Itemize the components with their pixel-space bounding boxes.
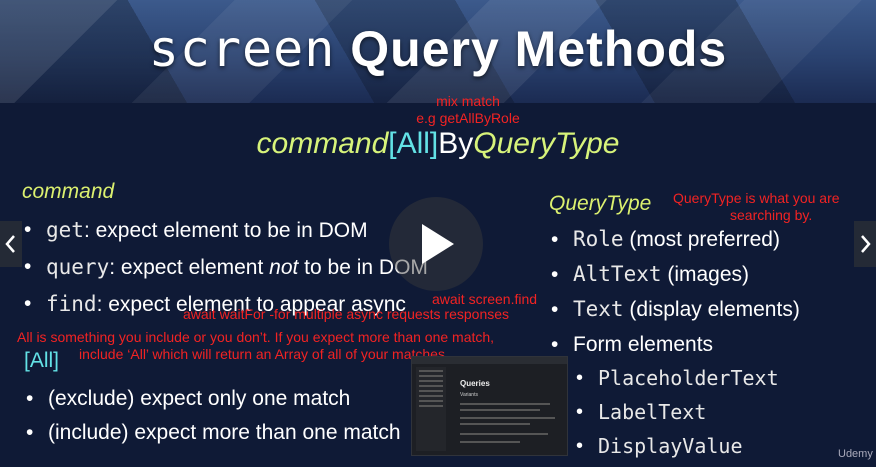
querytype-note-line1: QueryType is what you are [673, 190, 840, 206]
code-text: Text [573, 297, 624, 321]
udemy-logo: Udemy [838, 448, 873, 460]
chevron-right-icon [861, 235, 871, 253]
syntax-command: command [256, 127, 389, 160]
preview-thumbnail[interactable]: Queries Variants [411, 356, 568, 456]
code-find: find [46, 292, 97, 316]
command-item-emphasis: not [269, 256, 299, 279]
syntax-all: [All] [388, 127, 439, 160]
thumbnail-titlebar [412, 357, 567, 364]
code-alttext: AltText [573, 262, 662, 286]
form-subitem: PlaceholderText [574, 362, 779, 396]
querytype-item-text: (most preferred) [623, 228, 780, 251]
syntax-by: By [438, 127, 474, 160]
all-item: (include) expect more than one match [24, 416, 401, 450]
command-item-query: query: expect element not to be in DOM [22, 249, 428, 286]
chevron-left-icon [5, 235, 15, 253]
querytype-item-text: Text (display elements) [549, 292, 800, 327]
next-button[interactable] [854, 221, 876, 267]
code-placeholdertext: PlaceholderText [598, 366, 779, 390]
mix-match-note: mix match e.g getAllByRole [0, 93, 876, 127]
thumbnail-sidebar [416, 367, 446, 451]
thumbnail-subheading: Variants [460, 392, 478, 398]
all-heading: [All] [24, 349, 60, 372]
command-item-get: get: expect element to be in DOM [22, 212, 428, 249]
querytype-item-role: Role (most preferred) [549, 222, 800, 257]
form-elements-list: PlaceholderText LabelText DisplayValue [574, 362, 779, 464]
await-note-line2: await waitFor -for multiple async reques… [183, 306, 510, 322]
form-subitem: LabelText [574, 396, 779, 430]
await-note-line1: await screen.find [432, 291, 538, 307]
code-get: get [46, 218, 84, 242]
command-item-text: : expect element to be in DOM [83, 219, 368, 242]
syntax-querytype: QueryType [473, 127, 620, 160]
previous-button[interactable] [0, 221, 22, 267]
title-mono: screen [148, 20, 336, 78]
slide-title: screen Query Methods [0, 20, 876, 78]
querytype-item-form: Form elements [549, 327, 800, 362]
thumbnail-heading: Queries [460, 379, 490, 388]
play-button[interactable] [389, 197, 483, 291]
mix-match-line1: mix match [436, 93, 500, 109]
code-query: query [46, 255, 110, 279]
syntax-line: command[All]ByQueryType [0, 127, 876, 161]
querytype-item-alttext: AltText (images) [549, 257, 800, 292]
title-banner: screen Query Methods [0, 0, 876, 103]
play-icon [422, 224, 454, 264]
code-role: Role [573, 227, 624, 251]
code-labeltext: LabelText [598, 400, 707, 424]
mix-match-line2: e.g getAllByRole [416, 110, 520, 126]
querytype-item-text: (images) [661, 263, 750, 286]
command-item-text: : expect element [109, 256, 270, 279]
querytype-heading: QueryType [549, 192, 652, 215]
all-note-line2: include ‘All’ which will return an Array… [79, 346, 445, 362]
querytype-item-text: (display elements) [623, 298, 800, 321]
all-list: (exclude) expect only one match (include… [24, 382, 401, 450]
command-heading: command [22, 180, 115, 203]
all-note-line1: All is something you include or you don’… [17, 329, 495, 345]
title-bold: Query Methods [350, 21, 728, 77]
querytype-note: QueryType is what you are searching by. [673, 190, 840, 224]
all-item: (exclude) expect only one match [24, 382, 401, 416]
code-displayvalue: DisplayValue [598, 434, 743, 458]
querytype-list: Role (most preferred) AltText (images) T… [549, 222, 800, 362]
form-subitem: DisplayValue [574, 430, 779, 464]
